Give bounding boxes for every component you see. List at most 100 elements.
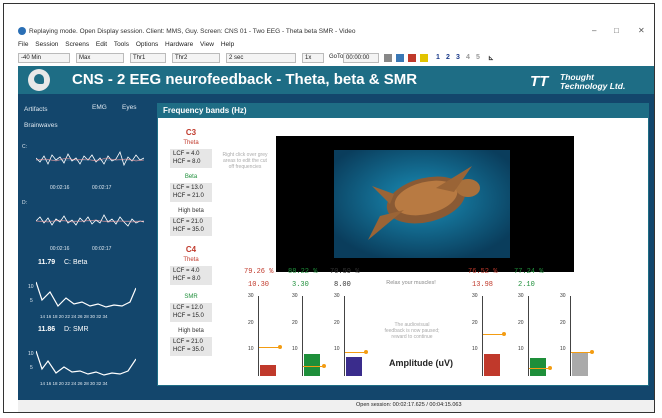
time-window-select[interactable]: 2 sec [226, 53, 296, 63]
amplitude-bar-3 [346, 357, 362, 376]
bar-ytick-1-30: 30 [248, 293, 254, 299]
threshold-line-1[interactable] [259, 347, 279, 348]
bar-axis-6 [570, 296, 571, 376]
menu-edit[interactable]: Edit [96, 41, 107, 48]
screen-3-button[interactable]: 3 [456, 54, 460, 61]
play-icon[interactable] [396, 54, 404, 62]
c4-highbeta-cutoff[interactable]: LCF = 21.0 HCF = 35.0 [170, 337, 212, 356]
bar-ytick-3-30: 30 [334, 293, 340, 299]
minimize-button[interactable]: – [592, 26, 596, 35]
menu-tools[interactable]: Tools [114, 41, 129, 48]
bar-ytick-6-20: 20 [560, 319, 566, 326]
c3-highbeta-label: High beta [178, 208, 204, 214]
threshold-handle-1[interactable] [278, 345, 282, 349]
beta-value: 11.79 [38, 259, 56, 266]
edit-cutoff-hint: Right click over grey areas to edit the … [222, 152, 268, 170]
threshold-handle-5[interactable] [548, 366, 552, 370]
chart-icon[interactable]: ⊾ [488, 54, 494, 62]
beta-ytick-5: 5 [30, 298, 33, 304]
amplitude-bar-6 [572, 352, 588, 376]
beta-trend-graph [36, 281, 136, 308]
band-value-3: 8.00 [334, 281, 351, 289]
time-c2: 00:02:17 [92, 185, 112, 191]
amplitude-bar-2 [304, 354, 320, 376]
band-percent-4: 76.52 % [468, 268, 498, 276]
threshold2-select[interactable]: Thr2 [172, 53, 220, 63]
screen-5-button[interactable]: 5 [476, 54, 480, 61]
record-icon[interactable] [408, 54, 416, 62]
c4-label: C4 [185, 245, 197, 254]
status-bar: Open session: 00:02:17.625 / 00:04:15.06… [18, 400, 654, 412]
smr-value: 11.86 [38, 326, 56, 333]
amplitude-bar-1 [260, 365, 276, 376]
smr-trend-graph [36, 350, 136, 376]
threshold-line-2[interactable] [303, 366, 323, 367]
screen-header: CNS - 2 EEG neurofeedback - Theta, beta … [18, 66, 654, 94]
rewind-icon[interactable] [384, 54, 392, 62]
panel-titlebar: Frequency bands (Hz) [158, 104, 648, 118]
c3-beta-label: Beta [184, 174, 198, 180]
bar-axis-4 [482, 296, 483, 376]
max-scale-select[interactable]: Max [76, 53, 124, 63]
menu-view[interactable]: View [200, 41, 214, 48]
threshold-handle-3[interactable] [364, 350, 368, 354]
c3-beta-cutoff[interactable]: LCF = 13.0 HCF = 21.0 [170, 183, 212, 202]
channel-d-label: D: [22, 200, 27, 206]
frequency-bands-panel: Frequency bands (Hz) C3 Theta LCF = 4.0 … [157, 103, 649, 386]
c4-smr-cutoff[interactable]: LCF = 12.0 HCF = 15.0 [170, 303, 212, 322]
smr-label: D: SMR [64, 326, 89, 333]
amplitude-label: Amplitude (uV) [389, 358, 453, 368]
goto-time-input[interactable]: 00:00:00 [343, 53, 379, 63]
bar-ytick-5-10: 10 [518, 346, 524, 353]
menu-bar: File Session Screens Edit Tools Options … [18, 41, 239, 51]
threshold-handle-2[interactable] [322, 364, 326, 368]
smr-ytick-10: 10 [28, 351, 34, 357]
menu-screens[interactable]: Screens [65, 41, 89, 48]
threshold-line-6[interactable] [571, 352, 591, 353]
bar-axis-3 [344, 296, 345, 376]
time-c1: 00:02:16 [50, 185, 70, 191]
c3-label: C3 [185, 128, 197, 137]
goto-label: GoTo [329, 54, 344, 60]
window-title: Replaying mode. Open Display session. Cl… [29, 28, 356, 35]
screen-4-button[interactable]: 4 [466, 54, 470, 61]
close-button[interactable]: ✕ [638, 26, 645, 35]
sidebar: Artifacts EMG Eyes Brainwaves C: 00:02:1… [18, 94, 149, 400]
bar-ytick-3-20: 20 [334, 319, 340, 326]
panel-title: Frequency bands (Hz) [163, 106, 247, 115]
eeg-d-trace [36, 214, 144, 227]
menu-options[interactable]: Options [136, 41, 158, 48]
main-area: Frequency bands (Hz) C3 Theta LCF = 4.0 … [149, 94, 654, 400]
pause-icon[interactable] [420, 54, 428, 62]
c4-theta-cutoff[interactable]: LCF = 4.0 HCF = 8.0 [170, 266, 212, 285]
bar-ytick-2-10: 10 [292, 346, 298, 353]
maximize-button[interactable]: □ [614, 26, 619, 35]
menu-hardware[interactable]: Hardware [165, 41, 193, 48]
min-scale-select[interactable]: -40 Min [18, 53, 70, 63]
beta-ytick-10: 10 [28, 284, 34, 290]
screen-1-button[interactable]: 1 [436, 54, 440, 61]
app-window: Replaying mode. Open Display session. Cl… [3, 3, 655, 413]
screen-title: CNS - 2 EEG neurofeedback - Theta, beta … [72, 71, 418, 88]
c3-highbeta-cutoff[interactable]: LCF = 21.0 HCF = 35.0 [170, 217, 212, 236]
screen-2-button[interactable]: 2 [446, 54, 450, 61]
c3-theta-cutoff[interactable]: LCF = 4.0 HCF = 8.0 [170, 149, 212, 168]
smr-xticks: 14 16 18 20 22 24 26 28 30 32 34 [40, 381, 108, 386]
toolbar: -40 Min Max Thr1 Thr2 2 sec 1x GoTo 00:0… [18, 53, 654, 65]
bar-axis-2 [302, 296, 303, 376]
menu-session[interactable]: Session [35, 41, 58, 48]
beta-label: C: Beta [64, 259, 88, 266]
bar-ytick-2-20: 20 [292, 319, 298, 326]
threshold-line-5[interactable] [529, 368, 549, 369]
threshold-line-3[interactable] [345, 352, 365, 353]
threshold-handle-4[interactable] [502, 332, 506, 336]
beta-xticks: 14 16 18 20 22 24 26 28 30 32 34 [40, 314, 108, 319]
threshold-handle-6[interactable] [590, 350, 594, 354]
smr-ytick-5: 5 [30, 365, 33, 371]
amplitude-bar-4 [484, 354, 500, 376]
speed-select[interactable]: 1x [302, 53, 324, 63]
menu-file[interactable]: File [18, 41, 28, 48]
menu-help[interactable]: Help [221, 41, 234, 48]
threshold-line-4[interactable] [483, 334, 503, 335]
threshold1-select[interactable]: Thr1 [130, 53, 166, 63]
